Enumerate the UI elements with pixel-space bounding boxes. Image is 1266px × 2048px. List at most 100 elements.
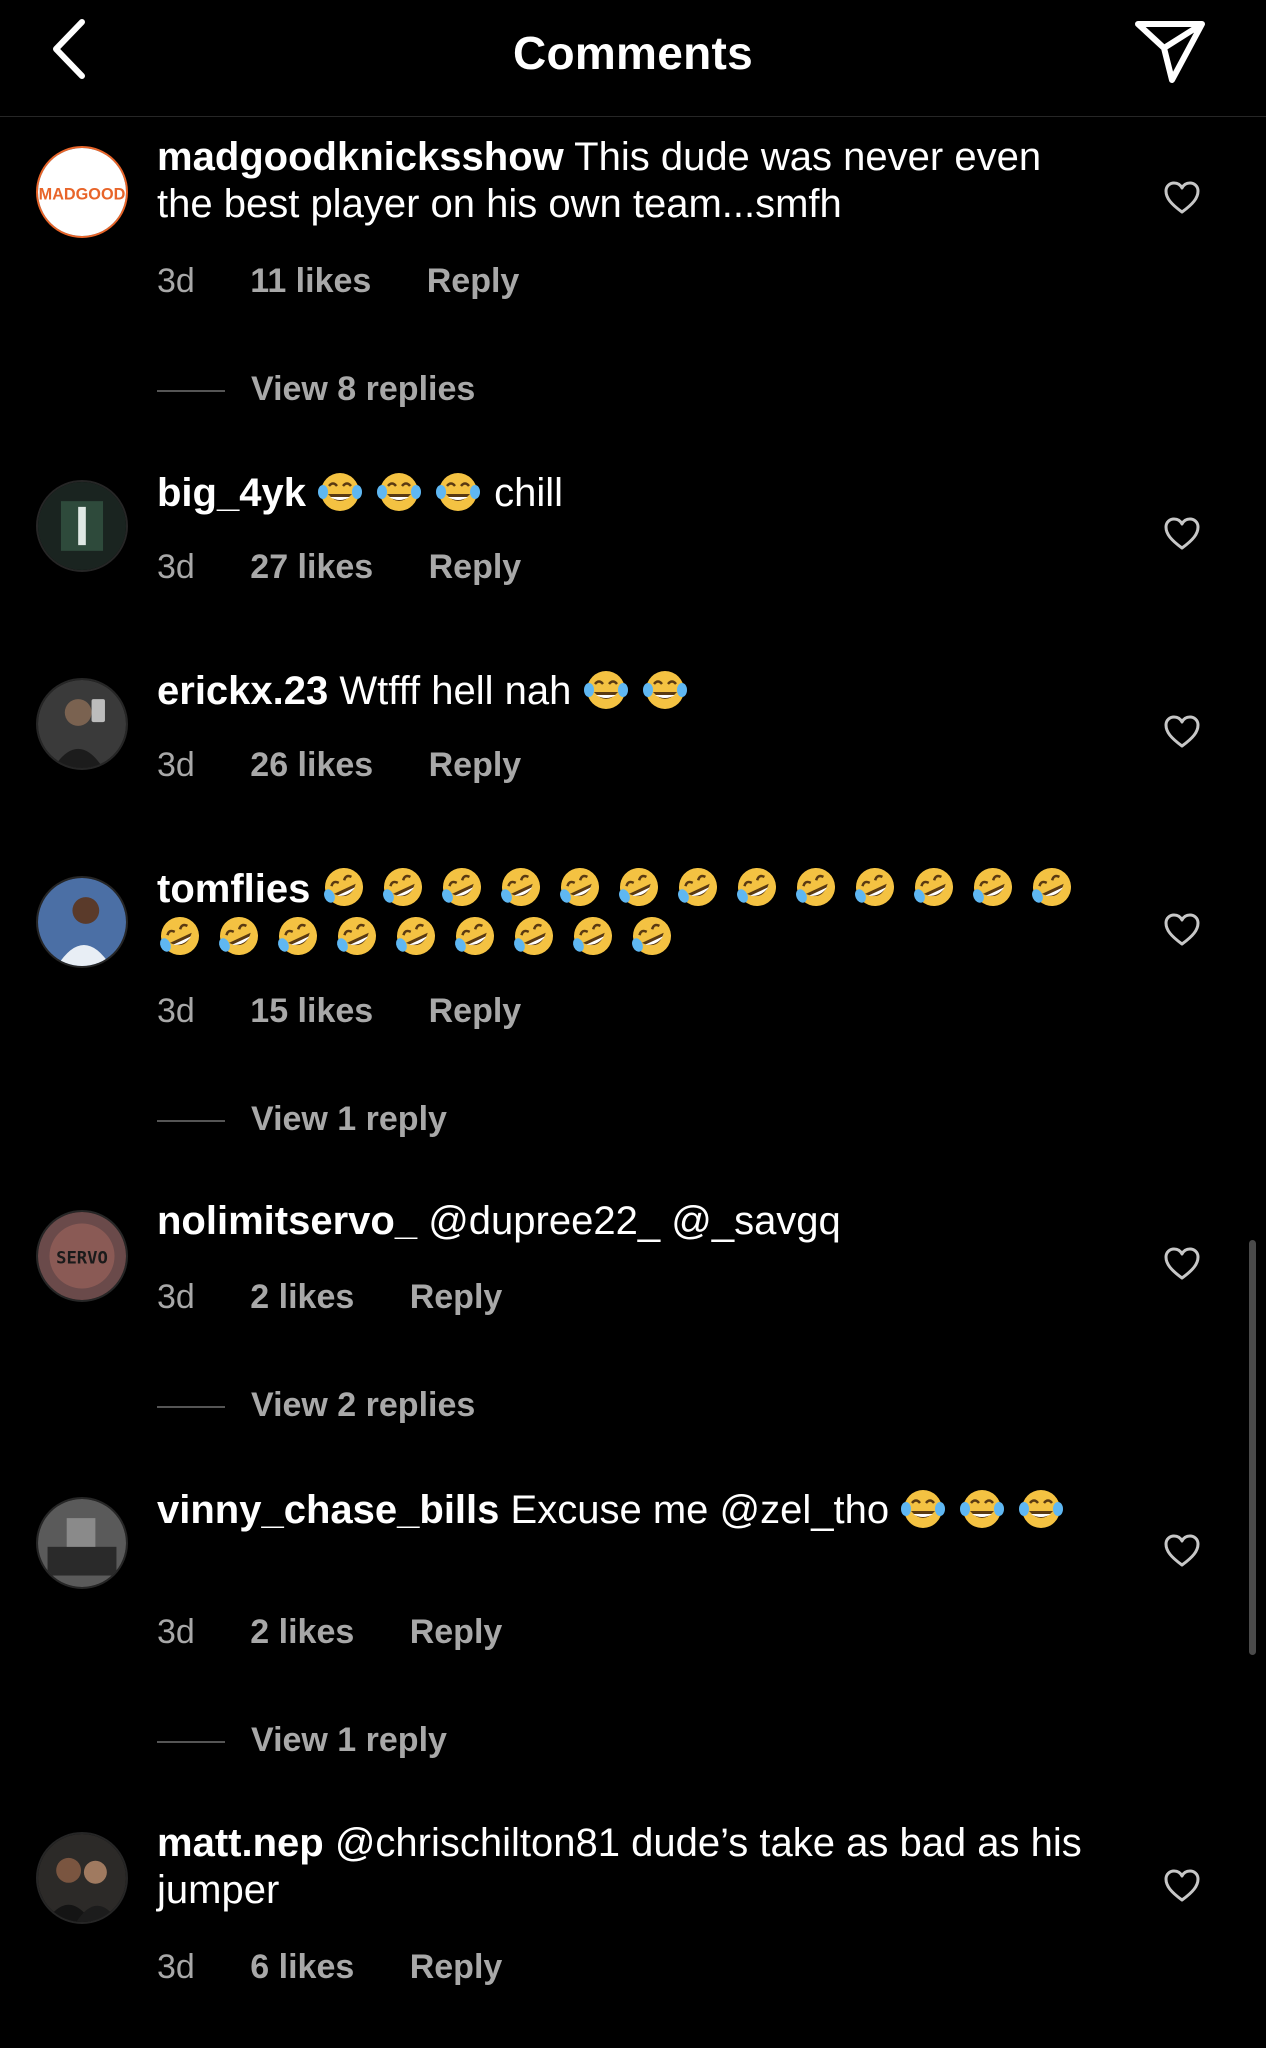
paper-plane-icon[interactable] — [1134, 18, 1206, 84]
heart-icon[interactable] — [1163, 1868, 1201, 1904]
divider — [157, 390, 225, 393]
comment-meta: 3d 11 likes Reply — [157, 262, 565, 301]
comment-username[interactable]: nolimitservo_ — [157, 1199, 417, 1243]
rofl-emoji-icon — [970, 864, 1022, 910]
comment-meta: 3d 27 likes Reply — [157, 548, 567, 587]
avatar-logo-text: SERVO — [56, 1249, 108, 1269]
rofl-emoji-icon — [734, 864, 786, 910]
comment-text[interactable]: @dupree22_ @_savgq — [428, 1199, 841, 1243]
comment-time: 3d — [157, 1278, 195, 1316]
view-replies-label: View 2 replies — [251, 1386, 476, 1424]
comment-time: 3d — [157, 262, 195, 300]
comment-likes[interactable]: 27 likes — [250, 548, 373, 586]
avatar[interactable] — [36, 480, 128, 572]
comment-body: matt.nep @chrischilton81 dude’s take as … — [157, 1820, 1102, 1914]
avatar-logo-text: MADGOOD — [39, 186, 126, 204]
rofl-emoji-icon — [275, 913, 327, 959]
avatar[interactable]: MADGOOD — [36, 146, 128, 238]
comment-text: chill — [494, 471, 563, 515]
reply-button[interactable]: Reply — [410, 1278, 503, 1316]
joy-emoji-icon — [900, 1485, 952, 1531]
comments-header: Comments — [0, 0, 1266, 117]
heart-icon[interactable] — [1163, 516, 1201, 552]
view-replies-button[interactable]: View 2 replies — [157, 1386, 475, 1425]
view-replies-button[interactable]: View 1 reply — [157, 1721, 447, 1760]
heart-icon[interactable] — [1163, 180, 1201, 216]
comment-text: Excuse me @zel_tho — [510, 1488, 890, 1532]
comment-likes[interactable]: 26 likes — [250, 746, 373, 784]
rofl-emoji-icon — [675, 864, 727, 910]
view-replies-button[interactable]: View 8 replies — [157, 370, 475, 409]
comment-time: 3d — [157, 1613, 195, 1651]
divider — [157, 1741, 225, 1744]
comment-meta: 3d 15 likes Reply — [157, 992, 567, 1031]
rofl-emoji-icon — [498, 864, 550, 910]
comment-username[interactable]: madgoodknicksshow — [157, 135, 564, 179]
reply-button[interactable]: Reply — [429, 992, 522, 1030]
comment-body: tomflies — [157, 864, 1102, 962]
heart-icon[interactable] — [1163, 714, 1201, 750]
view-replies-label: View 1 reply — [251, 1100, 447, 1138]
reply-button[interactable]: Reply — [410, 1948, 503, 1986]
joy-emoji-icon — [435, 468, 487, 514]
comment-body: vinny_chase_bills Excuse me @zel_tho — [157, 1485, 1102, 1534]
avatar[interactable] — [36, 678, 128, 770]
view-replies-button[interactable]: View 1 reply — [157, 1100, 447, 1139]
rofl-emoji-icon — [629, 913, 681, 959]
heart-icon[interactable] — [1163, 1533, 1201, 1569]
joy-emoji-icon — [959, 1485, 1011, 1531]
comment-body: erickx.23 Wtfff hell nah — [157, 666, 1102, 715]
comment-body: big_4yk chill — [157, 468, 1102, 517]
avatar[interactable] — [36, 1832, 128, 1924]
avatar[interactable] — [36, 1497, 128, 1589]
rofl-emoji-icon — [216, 913, 268, 959]
rofl-emoji-icon — [452, 913, 504, 959]
comment-likes[interactable]: 6 likes — [250, 1948, 354, 1986]
comment-username[interactable]: erickx.23 — [157, 669, 328, 713]
comment-text: Wtfff hell nah — [339, 669, 572, 713]
joy-emoji-icon — [583, 666, 635, 712]
rofl-emoji-icon — [393, 913, 445, 959]
comment-likes[interactable]: 15 likes — [250, 992, 373, 1030]
divider — [157, 1406, 225, 1409]
rofl-emoji-icon — [439, 864, 491, 910]
joy-emoji-icon — [376, 468, 428, 514]
comment-meta: 3d 6 likes Reply — [157, 1948, 548, 1987]
comment-meta: 3d 26 likes Reply — [157, 746, 567, 785]
joy-emoji-icon — [642, 666, 694, 712]
rofl-emoji-icon — [321, 864, 373, 910]
rofl-emoji-icon — [911, 864, 963, 910]
comment-time: 3d — [157, 992, 195, 1030]
heart-icon[interactable] — [1163, 912, 1201, 948]
comment-username[interactable]: matt.nep — [157, 1821, 324, 1865]
comment-time: 3d — [157, 1948, 195, 1986]
rofl-emoji-icon — [852, 864, 904, 910]
scrollbar[interactable] — [1249, 1240, 1256, 1655]
comment-likes[interactable]: 2 likes — [250, 1278, 354, 1316]
comment-body: madgoodknicksshow This dude was never ev… — [157, 134, 1102, 228]
reply-button[interactable]: Reply — [410, 1613, 503, 1651]
comment-meta: 3d 2 likes Reply — [157, 1613, 548, 1652]
rofl-emoji-icon — [157, 913, 209, 959]
heart-icon[interactable] — [1163, 1246, 1201, 1282]
avatar[interactable]: SERVO — [36, 1210, 128, 1302]
reply-button[interactable]: Reply — [427, 262, 520, 300]
rofl-emoji-icon — [1029, 864, 1081, 910]
reply-button[interactable]: Reply — [429, 746, 522, 784]
reply-button[interactable]: Reply — [429, 548, 522, 586]
comment-likes[interactable]: 2 likes — [250, 1613, 354, 1651]
rofl-emoji-icon — [380, 864, 432, 910]
comment-likes[interactable]: 11 likes — [250, 262, 371, 300]
comment-username[interactable]: big_4yk — [157, 471, 306, 515]
rofl-emoji-icon — [570, 913, 622, 959]
page-title: Comments — [512, 27, 754, 79]
comment-username[interactable]: vinny_chase_bills — [157, 1488, 499, 1532]
comment-username[interactable]: tomflies — [157, 867, 310, 911]
avatar[interactable] — [36, 876, 128, 968]
rofl-emoji-icon — [334, 913, 386, 959]
rofl-emoji-icon — [511, 913, 563, 959]
joy-emoji-icon — [317, 468, 369, 514]
joy-emoji-icon — [1018, 1485, 1070, 1531]
comment-meta: 3d 2 likes Reply — [157, 1278, 548, 1317]
divider — [157, 1120, 225, 1123]
